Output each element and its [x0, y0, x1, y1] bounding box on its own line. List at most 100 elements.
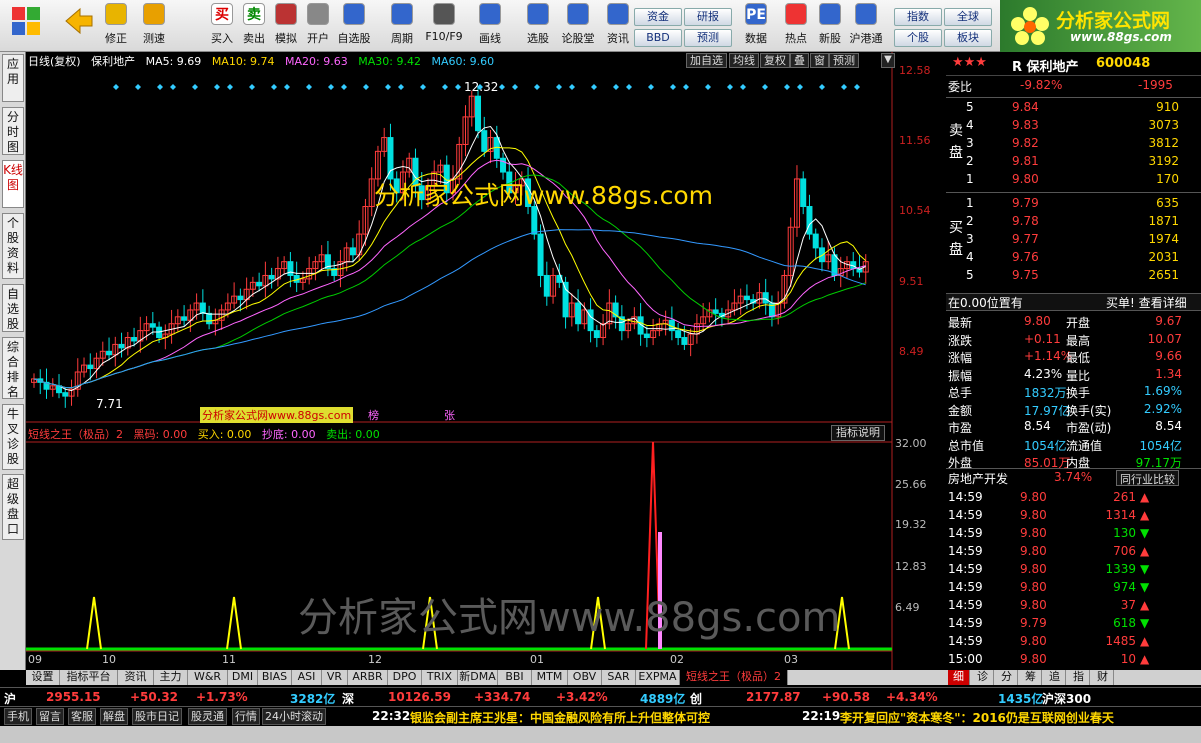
period-label[interactable]: 日线(复权) [28, 55, 81, 68]
news-btn-3[interactable]: 解盘 [100, 708, 128, 725]
news2[interactable]: 李开复回应"资本寒冬"：2016仍是互联网创业春天 [840, 709, 1114, 726]
news-btn-4[interactable]: 股市日记 [132, 708, 182, 725]
indicator-tab-4[interactable]: W&R [188, 670, 228, 685]
indicator-tab-0[interactable]: 设置 [26, 670, 60, 685]
bid-row-cell: 2 [966, 214, 974, 228]
indicator-tab-16[interactable]: SAR [602, 670, 636, 685]
cy-label[interactable]: 创 [690, 690, 702, 707]
news-btn-1[interactable]: 留言 [36, 708, 64, 725]
left-tab-2[interactable]: K线图 [2, 160, 24, 208]
left-tab-6[interactable]: 牛叉诊股 [2, 404, 24, 470]
left-tab-5[interactable]: 综合排名 [2, 337, 24, 399]
quote-tab-3[interactable]: 筹 [1020, 670, 1042, 685]
indicator-tab-3[interactable]: 主力 [154, 670, 188, 685]
indicator-tab-5[interactable]: DMI [228, 670, 258, 685]
indicator-tab-17[interactable]: EXPMA [636, 670, 680, 685]
chart-btn-2[interactable]: 复权 [760, 53, 790, 68]
news-btn-5[interactable]: 股灵通 [188, 708, 227, 725]
home-icon[interactable] [6, 3, 46, 49]
clock-icon[interactable]: 周期 [384, 3, 420, 49]
chart-btn-0[interactable]: 加自选 [686, 53, 727, 68]
left-tab-7[interactable]: 超级盘口 [2, 474, 24, 540]
indicator-tab-13[interactable]: BBI [498, 670, 532, 685]
indicator-tab-7[interactable]: ASI [292, 670, 322, 685]
chart-canvas[interactable] [26, 52, 946, 670]
hkt-icon[interactable]: 沪港通 [848, 3, 884, 49]
tick-row-cell: 706 [1113, 544, 1136, 558]
star-icon[interactable]: 自选股 [336, 3, 372, 49]
pen-icon[interactable]: 画线 [472, 3, 508, 49]
stat-row: 总手 1832万 换手 1.69% [946, 384, 1186, 402]
indicator-tab-11[interactable]: TRIX [422, 670, 458, 685]
news-btn-7[interactable]: 24小时滚动 [262, 708, 326, 725]
doc-icon[interactable]: 资讯 [600, 3, 636, 49]
toolbar-label: 数据 [745, 32, 767, 45]
news1[interactable]: 银监会副主席王兆星：中国金融风险有所上升但整体可控 [410, 709, 710, 726]
chart-btn-4[interactable]: 窗 [810, 53, 829, 68]
btn-report[interactable]: 研报 [684, 8, 732, 26]
industry-compare-button[interactable]: 同行业比较 [1116, 470, 1179, 486]
toolbar-label: 修正 [105, 32, 127, 45]
indicator-tab-6[interactable]: BIAS [258, 670, 292, 685]
indicator-tab-9[interactable]: ARBR [348, 670, 388, 685]
indicator-tab-14[interactable]: MTM [532, 670, 568, 685]
sell-icon[interactable]: 卖卖出 [236, 3, 272, 49]
news-btn-2[interactable]: 客服 [68, 708, 96, 725]
chart-menu-arrow-icon[interactable]: ▼ [881, 53, 895, 68]
btn-global[interactable]: 全球 [944, 8, 992, 26]
indicator-tab-8[interactable]: VR [322, 670, 348, 685]
chart-btn-5[interactable]: 预测 [829, 53, 859, 68]
buy-icon[interactable]: 买买入 [204, 3, 240, 49]
btn-bbd[interactable]: BBD [634, 29, 682, 47]
quote-tab-5[interactable]: 指 [1068, 670, 1090, 685]
kline-chart-area[interactable]: 日线(复权) 保利地产 MA5: 9.69 MA10: 9.74 MA20: 9… [26, 52, 946, 670]
indicator-tab-12[interactable]: 新DMA [458, 670, 498, 685]
stat-row-cell: 2.92% [1143, 401, 1182, 416]
left-tab-3[interactable]: 个股资料 [2, 213, 24, 279]
hs300-label[interactable]: 沪深300 [1042, 690, 1091, 707]
indicator-help-button[interactable]: 指标说明 [831, 425, 885, 441]
btn-sector[interactable]: 板块 [944, 29, 992, 47]
forum-icon[interactable]: 论股堂 [560, 3, 596, 49]
chart-btn-1[interactable]: 均线 [729, 53, 759, 68]
filter-icon[interactable]: 选股 [520, 3, 556, 49]
indicator-tab-15[interactable]: OBV [568, 670, 602, 685]
lock-icon[interactable]: 开户 [300, 3, 336, 49]
hammer-icon[interactable]: 模拟 [268, 3, 304, 49]
speed-icon[interactable]: 测速 [136, 3, 172, 49]
btn-fund[interactable]: 资金 [634, 8, 682, 26]
indicator-tab-18[interactable]: 短线之王（极品）2 [680, 670, 788, 685]
left-tab-1[interactable]: 分时图 [2, 107, 24, 155]
toolbar-label: 自选股 [337, 32, 371, 45]
pe-icon[interactable]: PE 数据 [738, 3, 774, 49]
quote-tab-6[interactable]: 财 [1092, 670, 1114, 685]
f10-icon[interactable]: F10/F9 [422, 3, 466, 49]
indicator-name[interactable]: 短线之王（极品）2 [28, 428, 123, 441]
btn-forecast[interactable]: 预测 [684, 29, 732, 47]
indicator-tab-10[interactable]: DPO [388, 670, 422, 685]
quote-tab-0[interactable]: 细 [948, 670, 970, 685]
chart-btn-3[interactable]: 叠 [790, 53, 809, 68]
btn-index[interactable]: 指数 [894, 8, 942, 26]
sz-label[interactable]: 深 [342, 690, 354, 707]
indicator-tab-2[interactable]: 资讯 [118, 670, 154, 685]
indicator-tab-1[interactable]: 指标平台 [60, 670, 118, 685]
left-tab-4[interactable]: 自选股 [2, 284, 24, 332]
flame-icon[interactable]: 热点 [778, 3, 814, 49]
up-down-arrows-icon[interactable]: 修正 [98, 3, 134, 49]
sh-amount: 3282亿 [290, 692, 336, 706]
quote-tab-4[interactable]: 追 [1044, 670, 1066, 685]
date-tick: 11 [222, 653, 236, 666]
back-arrow-icon[interactable] [58, 3, 98, 49]
btn-stock[interactable]: 个股 [894, 29, 942, 47]
stat-row-cell: 换手 [1066, 386, 1091, 400]
ind-bottom: 抄底: 0.00 [261, 428, 316, 441]
left-tab-0[interactable]: 应用 [2, 54, 24, 102]
quote-tab-1[interactable]: 诊 [972, 670, 994, 685]
quote-tab-2[interactable]: 分 [996, 670, 1018, 685]
ipo-icon[interactable]: 新股 [812, 3, 848, 49]
tick-row-cell: 14:59 [948, 562, 983, 576]
news-btn-6[interactable]: 行情 [232, 708, 260, 725]
news-btn-0[interactable]: 手机 [4, 708, 32, 725]
sh-label[interactable]: 沪 [4, 690, 16, 707]
